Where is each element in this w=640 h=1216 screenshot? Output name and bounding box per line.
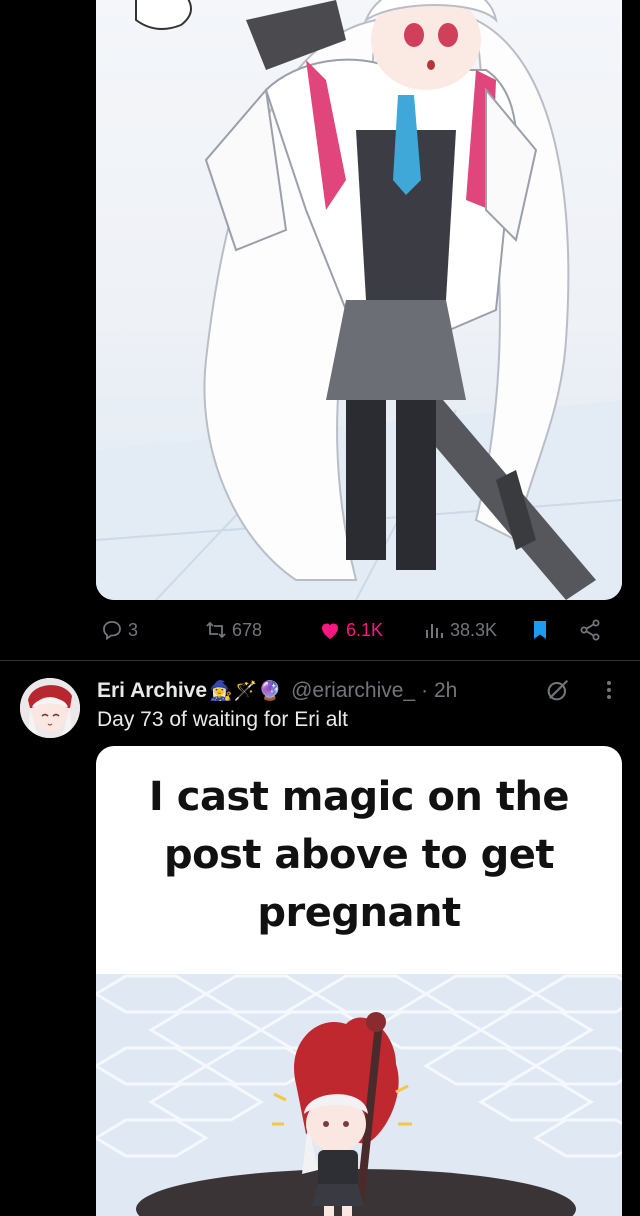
like-count: 6.1K bbox=[346, 619, 384, 640]
avatar[interactable] bbox=[20, 678, 80, 738]
meme-caption: I cast magic on the post above to get pr… bbox=[96, 768, 622, 942]
meme-scene bbox=[96, 974, 622, 1216]
like-button[interactable]: 6.1K bbox=[318, 618, 383, 642]
like-icon bbox=[322, 623, 338, 639]
repost-count: 678 bbox=[232, 619, 263, 640]
more-button[interactable] bbox=[598, 676, 620, 704]
display-name[interactable]: Eri Archive bbox=[97, 679, 207, 703]
reply-icon bbox=[103, 621, 121, 641]
repost-button[interactable]: 678 bbox=[204, 618, 262, 642]
reply-button[interactable]: 3 bbox=[100, 618, 138, 642]
views-count: 38.3K bbox=[450, 619, 498, 640]
bookmark-icon bbox=[534, 621, 546, 639]
share-button[interactable] bbox=[578, 618, 602, 642]
meme-line-3: pregnant bbox=[257, 890, 461, 936]
repost-icon bbox=[206, 621, 226, 639]
tweet-image-anime-girl[interactable] bbox=[96, 0, 622, 600]
grok-button[interactable] bbox=[544, 676, 572, 704]
user-handle[interactable]: @eriarchive_ bbox=[291, 679, 415, 703]
name-emojis: 🧙‍♀️🪄🔮 bbox=[209, 681, 284, 702]
more-icon bbox=[607, 681, 611, 699]
tweet-header: Eri Archive 🧙‍♀️🪄🔮 @eriarchive_ · 2h bbox=[97, 676, 457, 706]
tweet-text: Day 73 of waiting for Eri alt bbox=[97, 708, 348, 731]
tweet-time[interactable]: · 2h bbox=[421, 679, 457, 703]
grok-icon bbox=[547, 679, 569, 701]
views-icon bbox=[426, 624, 443, 638]
meme-line-1: I cast magic on the bbox=[148, 774, 570, 820]
tweet-divider bbox=[0, 660, 640, 661]
meme-line-2: post above to get bbox=[163, 832, 555, 878]
reply-count: 3 bbox=[128, 619, 139, 640]
tweet-image-meme[interactable]: I cast magic on the post above to get pr… bbox=[96, 746, 622, 1216]
share-icon bbox=[580, 619, 600, 641]
bookmark-button[interactable] bbox=[528, 618, 552, 642]
views-button[interactable]: 38.3K bbox=[422, 618, 497, 642]
tweet-action-bar: 3 678 6.1K 38.3K bbox=[96, 610, 616, 652]
